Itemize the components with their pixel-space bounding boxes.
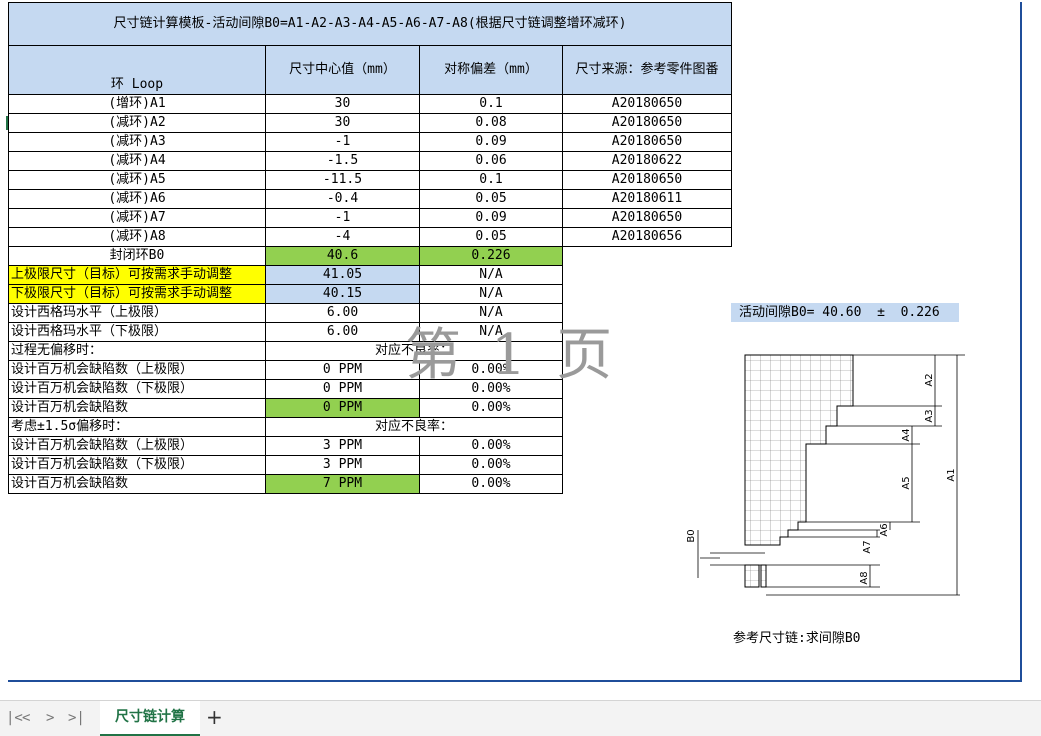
page-break-border	[8, 2, 1022, 682]
next-sheet-button[interactable]: >	[46, 710, 54, 726]
prev-sheet-button[interactable]: <	[22, 710, 30, 726]
first-sheet-button[interactable]: |<	[6, 710, 23, 726]
spreadsheet-area: 尺寸链计算模板-活动间隙B0=A1-A2-A3-A4-A5-A6-A7-A8(根…	[0, 0, 1041, 700]
last-sheet-button[interactable]: >|	[68, 710, 85, 726]
add-sheet-button[interactable]: +	[206, 705, 223, 729]
sheet-tab-dimension-chain[interactable]: 尺寸链计算	[100, 701, 200, 736]
sheet-tab-bar: |< < > >| 尺寸链计算 +	[0, 700, 1041, 736]
